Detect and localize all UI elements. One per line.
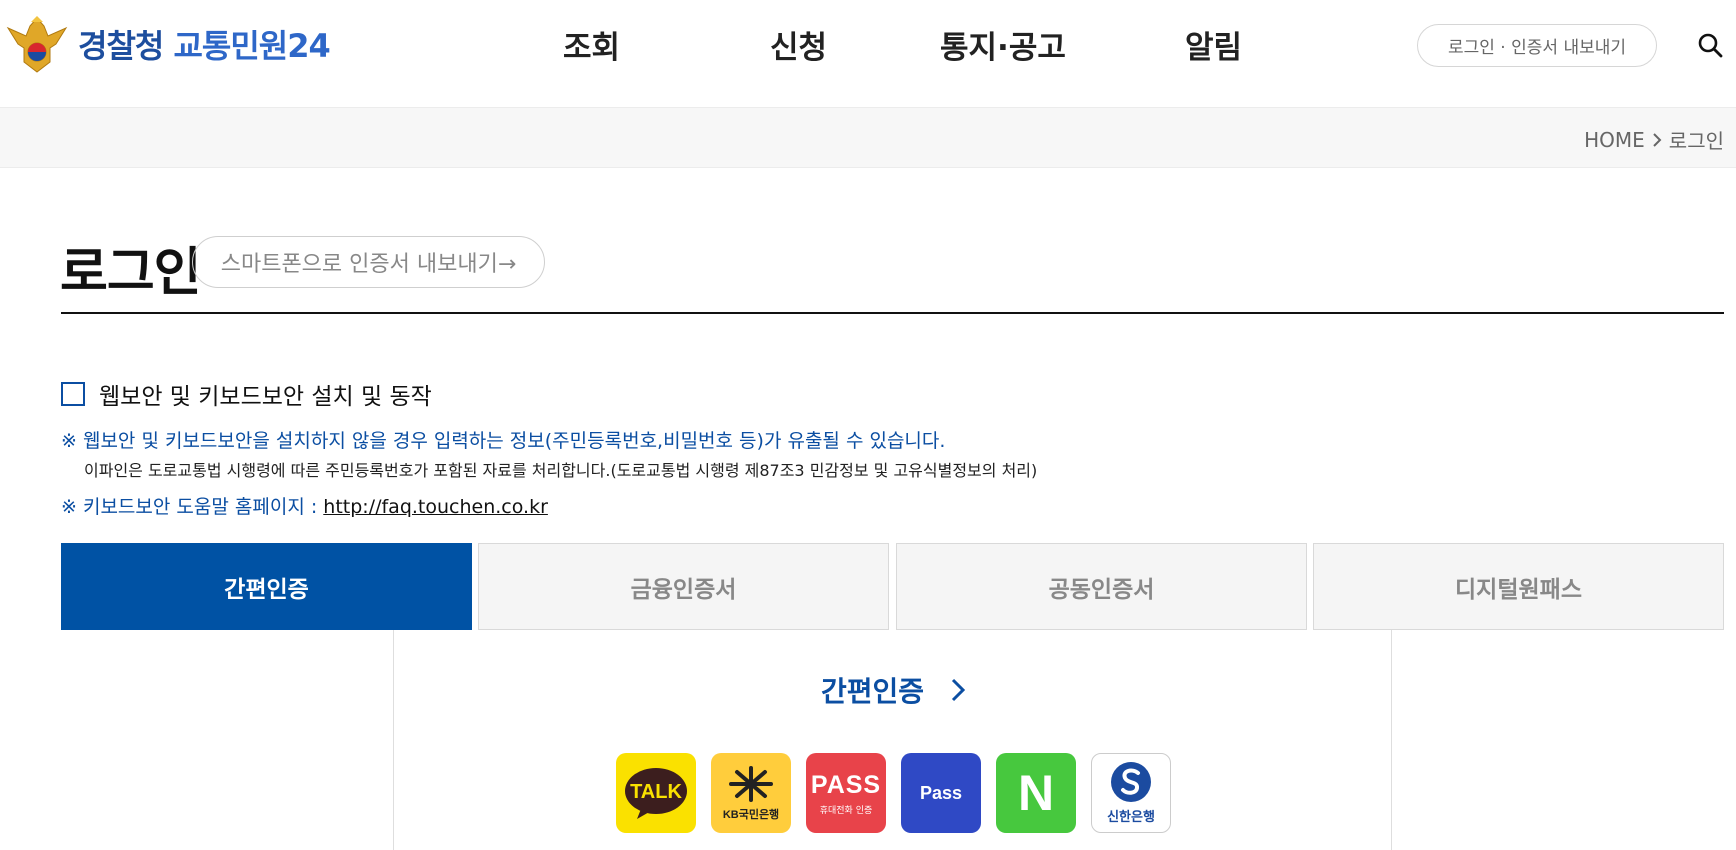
breadcrumb-current: 로그인 <box>1668 129 1724 153</box>
tab-joint-cert[interactable]: 공동인증서 <box>896 543 1307 630</box>
breadcrumb: HOME 로그인 <box>1584 125 1724 154</box>
security-checkbox[interactable] <box>61 382 85 406</box>
pass-label: PASS <box>810 770 882 799</box>
tab-simple-auth[interactable]: 간편인증 <box>61 543 472 630</box>
chevron-right-icon <box>1653 132 1662 147</box>
nav-item-notice[interactable]: 통지·공고 <box>940 22 1066 67</box>
kakao-icon[interactable]: TALK <box>616 753 696 833</box>
shinhan-logo-icon <box>1111 762 1151 802</box>
security-warning: ※ 웹보안 및 키보드보안을 설치하지 않을 경우 입력하는 정보(주민등록번호… <box>61 430 946 452</box>
pass-blue-label: Pass <box>919 782 963 803</box>
breadcrumb-home[interactable]: HOME <box>1584 128 1645 152</box>
privacy-notice: 이파인은 도로교통법 시행령에 따른 주민등록번호가 포함된 자료를 처리합니다… <box>84 461 1038 480</box>
nav-item-inquiry[interactable]: 조회 <box>563 22 620 67</box>
tab-financial-cert[interactable]: 금융인증서 <box>478 543 889 630</box>
kakao-label: TALK <box>630 781 682 803</box>
keyboard-help-notice: ※ 키보드보안 도움말 홈페이지 : http://faq.touchen.co… <box>61 492 548 519</box>
naver-label: N <box>1017 765 1055 821</box>
police-emblem-icon <box>6 16 68 73</box>
pass-icon[interactable]: PASS 휴대전화 인증 <box>806 753 886 833</box>
pass-sublabel: 휴대전화 인증 <box>819 805 873 816</box>
auth-tabs: 간편인증 금융인증서 공동인증서 디지털원패스 <box>61 543 1724 630</box>
shinhan-label: 신한은행 <box>1107 809 1155 824</box>
kb-label: KB국민은행 <box>722 809 780 821</box>
kb-icon[interactable]: KB국민은행 <box>711 753 791 833</box>
shinhan-icon[interactable]: 신한은행 <box>1091 753 1171 833</box>
tab-digital-onepass[interactable]: 디지털원패스 <box>1313 543 1724 630</box>
panel-title: 간편인증 <box>820 675 925 708</box>
pass-blue-icon[interactable]: Pass <box>901 753 981 833</box>
keyboard-help-prefix: ※ 키보드보안 도움말 홈페이지 : <box>61 496 324 518</box>
simple-auth-link[interactable]: 간편인증 <box>394 670 1393 710</box>
naver-icon[interactable]: N <box>996 753 1076 833</box>
login-export-button[interactable]: 로그인 · 인증서 내보내기 <box>1417 24 1657 67</box>
keyboard-help-link[interactable]: http://faq.touchen.co.kr <box>323 496 548 518</box>
logo-text-agency: 경찰청 <box>78 27 164 65</box>
security-checkbox-label[interactable]: 웹보안 및 키보드보안 설치 및 동작 <box>99 377 432 411</box>
breadcrumb-bar: HOME 로그인 <box>0 107 1736 168</box>
smartphone-export-button[interactable]: 스마트폰으로 인증서 내보내기→ <box>192 236 545 288</box>
auth-provider-list: TALK KB국민은행 PASS 휴대전화 인증 Pass N 신한은행 <box>616 753 1171 833</box>
security-row: 웹보안 및 키보드보안 설치 및 동작 <box>61 377 432 411</box>
chevron-right-icon <box>951 678 966 702</box>
nav-item-alerts[interactable]: 알림 <box>1185 22 1242 67</box>
nav-item-apply[interactable]: 신청 <box>770 22 827 67</box>
logo-text-service: 교통민원24 <box>173 27 330 65</box>
page-title: 로그인 <box>60 243 202 303</box>
site-logo[interactable]: 경찰청 교통민원24 <box>6 14 331 74</box>
title-divider <box>61 312 1724 314</box>
search-icon[interactable] <box>1697 32 1723 58</box>
site-header: 경찰청 교통민원24 조회 신청 통지·공고 알림 로그인 · 인증서 내보내기 <box>0 0 1736 107</box>
kb-star-icon <box>729 766 773 802</box>
kakao-bubble-icon: TALK <box>625 768 687 819</box>
simple-auth-panel: 간편인증 TALK KB국민은행 PASS 휴대전화 인증 Pass N 신한은… <box>393 630 1392 850</box>
